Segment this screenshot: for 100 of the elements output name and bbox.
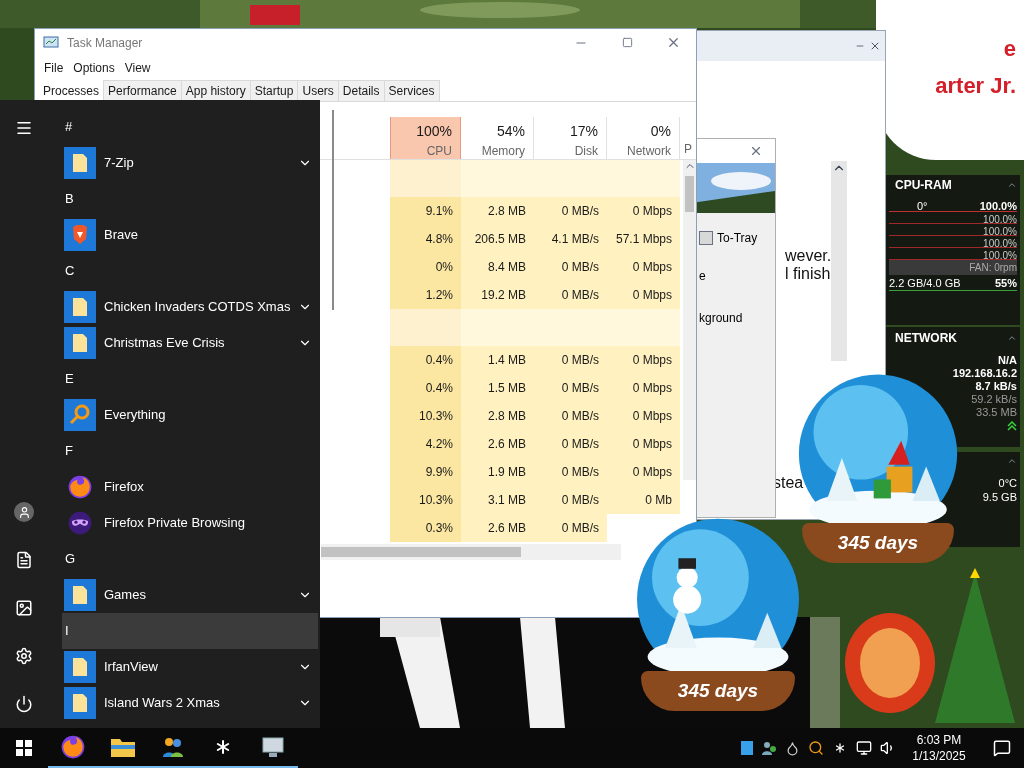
scrollbar[interactable] xyxy=(321,544,621,560)
table-cell: 0 MB/s xyxy=(534,402,607,430)
column-header[interactable]: 100% CPU xyxy=(390,117,461,159)
app-item[interactable]: Firefox xyxy=(62,469,319,505)
menu-item[interactable]: File xyxy=(39,59,69,77)
people-icon xyxy=(161,735,185,759)
collapse-icon[interactable] xyxy=(1007,333,1017,343)
app-item[interactable]: Everything xyxy=(62,397,319,433)
scrollbar-thumb[interactable] xyxy=(685,176,694,212)
section-header[interactable]: F xyxy=(62,433,319,469)
table-cell: 0 MB/s xyxy=(534,281,607,309)
table-cell: 3.1 MB xyxy=(461,486,534,514)
folder-icon xyxy=(64,291,96,323)
app-item[interactable]: Brave xyxy=(62,217,319,253)
column-label: Disk xyxy=(574,143,598,160)
section-header[interactable]: C xyxy=(62,253,319,289)
collapse-icon[interactable] xyxy=(1007,456,1017,466)
section-header[interactable]: I xyxy=(62,613,319,649)
clock[interactable]: 6:03 PM 1/13/2025 xyxy=(904,732,974,764)
section-header[interactable]: E xyxy=(62,361,319,397)
app-item[interactable]: Christmas Eve Crisis xyxy=(62,325,319,361)
body-text: e xyxy=(698,268,707,285)
app-item[interactable]: 7-Zip xyxy=(62,145,319,181)
section-header[interactable]: # xyxy=(62,109,319,145)
network-reading: 33.5 MB xyxy=(976,406,1017,419)
table-cell: 0 Mbps xyxy=(607,374,680,402)
people-icon[interactable] xyxy=(761,740,777,756)
column-header[interactable]: 0% Network xyxy=(607,117,680,159)
app-name: Everything xyxy=(104,406,166,425)
upload-arrows-icon xyxy=(1007,421,1017,431)
tab[interactable]: Performance xyxy=(104,80,182,101)
app-item[interactable]: Island Wars 2 Xmas xyxy=(62,685,319,721)
close-icon[interactable] xyxy=(749,144,763,158)
drive-reading: 9.5 GB xyxy=(982,490,1017,504)
notification-icon[interactable] xyxy=(993,739,1011,757)
tab[interactable]: Services xyxy=(384,80,440,101)
folder-icon xyxy=(64,147,96,179)
scrollbar[interactable] xyxy=(332,110,335,310)
bubble-text: arter Jr. xyxy=(935,72,1016,100)
table-cell: 0 MB/s xyxy=(534,346,607,374)
app-item[interactable]: IrfanView xyxy=(62,649,319,685)
tab[interactable]: Details xyxy=(338,80,385,101)
column-header[interactable]: 17% Disk xyxy=(534,117,607,159)
monitor-icon xyxy=(43,35,59,50)
app-item[interactable]: Chicken Invaders COTDS Xmas xyxy=(62,289,319,325)
column-label: CPU xyxy=(426,143,452,160)
app-name: 7-Zip xyxy=(104,154,134,173)
user-icon[interactable] xyxy=(14,502,34,522)
scrollbar[interactable] xyxy=(683,160,696,480)
column-label[interactable]: P xyxy=(680,117,692,159)
table-cell: 0% xyxy=(390,253,461,281)
droplet-icon[interactable] xyxy=(785,740,800,756)
table-cell: 9.1% xyxy=(390,197,461,225)
section-header[interactable]: B xyxy=(62,181,319,217)
table-cell: 0 Mbps xyxy=(607,402,680,430)
collapse-icon[interactable] xyxy=(1007,180,1017,190)
checkbox-label: To-Tray xyxy=(717,230,758,247)
bubble-text: e xyxy=(1003,35,1016,63)
network-icon[interactable] xyxy=(856,740,872,756)
maximize-icon[interactable] xyxy=(621,37,633,48)
menu-icon[interactable] xyxy=(15,119,33,137)
table-cell: 0 MB/s xyxy=(534,486,607,514)
close-icon[interactable] xyxy=(869,40,881,52)
checkbox[interactable] xyxy=(699,231,713,245)
section-header[interactable]: G xyxy=(62,541,319,577)
temperature-reading: 0° xyxy=(916,199,928,211)
scrollbar[interactable] xyxy=(831,161,847,361)
menu-item[interactable]: Options xyxy=(68,59,120,77)
table-cell: 0 Mbps xyxy=(607,346,680,374)
body-text: l finish xyxy=(785,265,832,283)
table-cell: 4.1 MB/s xyxy=(534,225,607,253)
search-icon[interactable] xyxy=(808,740,824,756)
folder-icon xyxy=(64,327,96,359)
tab[interactable]: Users xyxy=(298,80,339,101)
power-icon[interactable] xyxy=(15,695,33,713)
app-item[interactable]: Firefox Private Browsing xyxy=(62,505,319,541)
usage-percent: 17% xyxy=(569,122,598,141)
computer-icon xyxy=(261,736,285,758)
table-cell: 10.3% xyxy=(390,402,461,430)
core-usage: 100.0% xyxy=(983,237,1017,247)
column-label: Memory xyxy=(481,143,525,160)
table-cell: 19.2 MB xyxy=(461,281,534,309)
usage-percent: 54% xyxy=(496,122,525,141)
table-cell: 2.8 MB xyxy=(461,197,534,225)
table-cell: 2.6 MB xyxy=(461,514,534,542)
app-item[interactable]: Games xyxy=(62,577,319,613)
table-cell: 0 Mb xyxy=(607,486,680,514)
table-cell: 1.5 MB xyxy=(461,374,534,402)
settings-icon[interactable] xyxy=(15,647,33,665)
days-counter: 345 days xyxy=(677,678,759,703)
document-icon[interactable] xyxy=(15,551,33,569)
app-name: Brave xyxy=(104,226,138,245)
column-header[interactable]: 54% Memory xyxy=(461,117,534,159)
menu-item[interactable]: View xyxy=(119,59,156,77)
table-cell: 10.3% xyxy=(390,486,461,514)
app-name: Firefox Private Browsing xyxy=(104,514,245,533)
app-name: Firefox xyxy=(104,478,144,497)
table-cell: 0.3% xyxy=(390,514,461,542)
pictures-icon[interactable] xyxy=(15,599,33,617)
network-reading: 59.2 kB/s xyxy=(971,393,1017,406)
